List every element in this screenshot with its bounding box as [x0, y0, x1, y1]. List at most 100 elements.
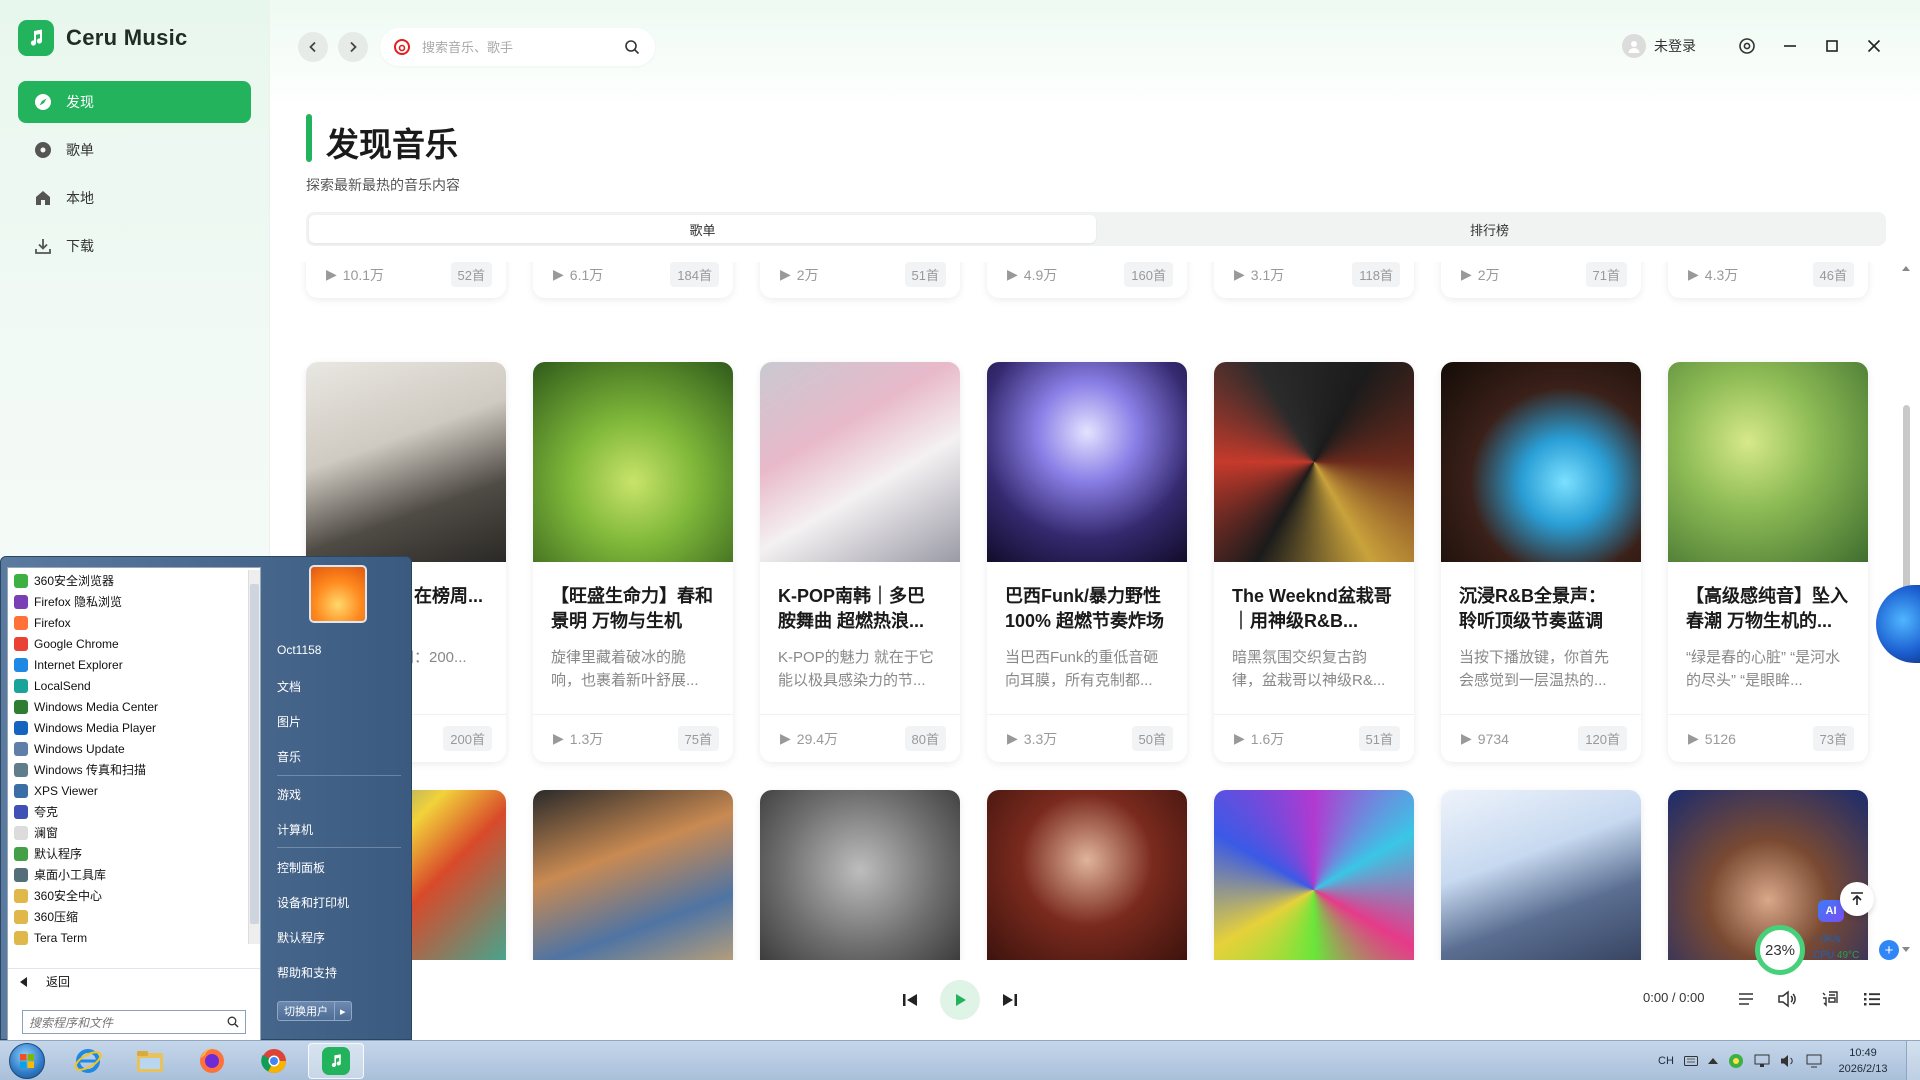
- start-program-item[interactable]: Tera Term: [8, 927, 248, 948]
- playlist-card[interactable]: ▶ 10.1万 52首: [306, 262, 506, 298]
- playlist-card[interactable]: [1441, 790, 1641, 960]
- close-button[interactable]: [1862, 34, 1886, 58]
- taskbar-firefox[interactable]: [184, 1043, 240, 1079]
- start-program-item[interactable]: Google Chrome: [8, 633, 248, 654]
- previous-button[interactable]: [898, 988, 922, 1012]
- start-program-item[interactable]: 澜窗: [8, 822, 248, 843]
- playlist-card[interactable]: ▶ 6.1万 184首: [533, 262, 733, 298]
- forward-button[interactable]: [338, 32, 368, 62]
- settings-button[interactable]: [1735, 34, 1759, 58]
- playlist-card[interactable]: [760, 790, 960, 960]
- sidebar-item-playlists[interactable]: 歌单: [18, 129, 251, 171]
- back-button[interactable]: [298, 32, 328, 62]
- speaker-icon[interactable]: [1780, 1054, 1796, 1068]
- start-button[interactable]: [4, 1042, 50, 1080]
- start-program-item[interactable]: LocalSend: [8, 675, 248, 696]
- playlist-queue-button[interactable]: [1860, 987, 1884, 1011]
- input-language[interactable]: CH: [1658, 1055, 1674, 1067]
- card-footer: ▶ 1.6万 51首: [1214, 714, 1414, 762]
- play-button[interactable]: [940, 980, 980, 1020]
- playlist-card[interactable]: 沉浸R&B全景声：聆听顶级节奏蓝调 当按下播放键，你首先会感觉到一层温热的...…: [1441, 362, 1641, 762]
- programs-scrollbar[interactable]: [248, 570, 260, 944]
- start-item-pictures[interactable]: 图片: [277, 713, 301, 730]
- start-item-help[interactable]: 帮助和支持: [277, 964, 337, 981]
- playlist-card[interactable]: ▶ 3.1万 118首: [1214, 262, 1414, 298]
- taskbar-explorer[interactable]: [122, 1043, 178, 1079]
- taskbar-chrome[interactable]: [246, 1043, 302, 1079]
- start-program-item[interactable]: 360压缩: [8, 906, 248, 927]
- playlist-card[interactable]: 巴西Funk/暴力野性100% 超燃节奏炸场 当巴西Funk的重低音砸向耳膜，所…: [987, 362, 1187, 762]
- play-icon: ▶: [1461, 730, 1472, 746]
- start-program-item[interactable]: Firefox 隐私浏览: [8, 591, 248, 612]
- start-program-item[interactable]: 360安全中心: [8, 885, 248, 906]
- keyboard-icon[interactable]: [1683, 1056, 1698, 1066]
- playlist-card[interactable]: The Weeknd盆栽哥｜用神级R&B... 暗黑氛围交织复古韵律，盆栽哥以神…: [1214, 362, 1414, 762]
- start-item-music[interactable]: 音乐: [277, 748, 301, 765]
- start-program-item[interactable]: Windows Update: [8, 738, 248, 759]
- taskbar-ie[interactable]: [60, 1043, 116, 1079]
- start-item-default-programs[interactable]: 默认程序: [277, 929, 325, 946]
- back-button[interactable]: 返回: [8, 968, 260, 994]
- maximize-button[interactable]: [1820, 34, 1844, 58]
- playlist-card[interactable]: ▶ 4.9万 160首: [987, 262, 1187, 298]
- login-button[interactable]: 未登录: [1622, 34, 1696, 58]
- taskbar-ceru-music[interactable]: [308, 1043, 364, 1079]
- back-to-top-button[interactable]: [1840, 882, 1874, 916]
- tab-charts[interactable]: 排行榜: [1096, 215, 1883, 243]
- start-item-control-panel[interactable]: 控制面板: [277, 859, 325, 876]
- start-search-box[interactable]: 搜索程序和文件: [22, 1010, 246, 1034]
- user-account-picture[interactable]: [309, 565, 367, 623]
- network-icon[interactable]: [1754, 1054, 1770, 1068]
- start-program-item[interactable]: 默认程序: [8, 843, 248, 864]
- 360-security-icon[interactable]: [1728, 1053, 1744, 1069]
- start-program-item[interactable]: Firefox: [8, 612, 248, 633]
- start-program-item[interactable]: XPS Viewer: [8, 780, 248, 801]
- start-program-item[interactable]: Windows 传真和扫描: [8, 759, 248, 780]
- next-button[interactable]: [998, 988, 1022, 1012]
- tab-playlists[interactable]: 歌单: [309, 215, 1096, 243]
- start-item-documents[interactable]: 文档: [277, 678, 301, 695]
- playlist-card[interactable]: 【旺盛生命力】春和景明 万物与生机 旋律里藏着破冰的脆响，也裹着新叶舒展... …: [533, 362, 733, 762]
- start-program-item[interactable]: 夸克: [8, 801, 248, 822]
- gear-icon: [1739, 38, 1755, 54]
- scroll-up-arrow-icon[interactable]: [1902, 265, 1910, 273]
- start-item-devices-printers[interactable]: 设备和打印机: [277, 894, 349, 911]
- playlist-card[interactable]: [533, 790, 733, 960]
- play-mode-button[interactable]: [1734, 987, 1758, 1011]
- sidebar-item-discover[interactable]: 发现: [18, 81, 251, 123]
- playlist-card[interactable]: [1214, 790, 1414, 960]
- start-program-item[interactable]: Windows Media Player: [8, 717, 248, 738]
- start-program-item[interactable]: Windows Media Center: [8, 696, 248, 717]
- start-item-games[interactable]: 游戏: [277, 786, 301, 803]
- switch-user-button[interactable]: 切换用户 ▸: [277, 1001, 352, 1021]
- start-item-user[interactable]: Oct1158: [277, 643, 321, 657]
- triangle-right-icon[interactable]: ▸: [334, 1002, 351, 1020]
- start-item-computer[interactable]: 计算机: [277, 821, 313, 838]
- playlist-cover: [987, 362, 1187, 562]
- search-input[interactable]: [422, 39, 612, 55]
- taskbar-clock[interactable]: 10:49 2026/2/13: [1832, 1045, 1894, 1077]
- tray-expand-icon[interactable]: [1707, 1057, 1718, 1065]
- playlist-card[interactable]: ▶ 4.3万 46首: [1668, 262, 1868, 298]
- playlist-card[interactable]: ▶ 2万 51首: [760, 262, 960, 298]
- minimize-button[interactable]: [1778, 34, 1802, 58]
- show-desktop-button[interactable]: [1906, 1041, 1920, 1080]
- sidebar-item-download[interactable]: 下载: [18, 225, 251, 267]
- playlist-card[interactable]: K-POP南韩｜多巴胺舞曲 超燃热浪... K-POP的魅力 就在于它能以极具感…: [760, 362, 960, 762]
- volume-button[interactable]: [1775, 987, 1799, 1011]
- sidebar-item-local[interactable]: 本地: [18, 177, 251, 219]
- start-program-item[interactable]: 360安全浏览器: [8, 570, 248, 591]
- programs-scroll-thumb[interactable]: [250, 584, 259, 924]
- power-monitor-icon[interactable]: [1806, 1054, 1822, 1068]
- playlist-card[interactable]: 【高级感纯音】坠入春潮 万物生机的... “绿是春的心脏” “是河水的尽头” “…: [1668, 362, 1868, 762]
- playlist-card[interactable]: [987, 790, 1187, 960]
- search-box[interactable]: [380, 28, 655, 66]
- play-count: ▶ 2万: [1461, 266, 1500, 283]
- start-program-item[interactable]: 桌面小工具库: [8, 864, 248, 885]
- lyrics-button[interactable]: [1818, 987, 1842, 1011]
- playlist-card[interactable]: ▶ 2万 71首: [1441, 262, 1641, 298]
- system-monitor-widget[interactable]: 23% ↑ 0K/s CPU 49°C +: [1755, 925, 1920, 975]
- monitor-plus-icon[interactable]: +: [1879, 940, 1899, 960]
- start-program-item[interactable]: Internet Explorer: [8, 654, 248, 675]
- search-icon[interactable]: [624, 39, 640, 55]
